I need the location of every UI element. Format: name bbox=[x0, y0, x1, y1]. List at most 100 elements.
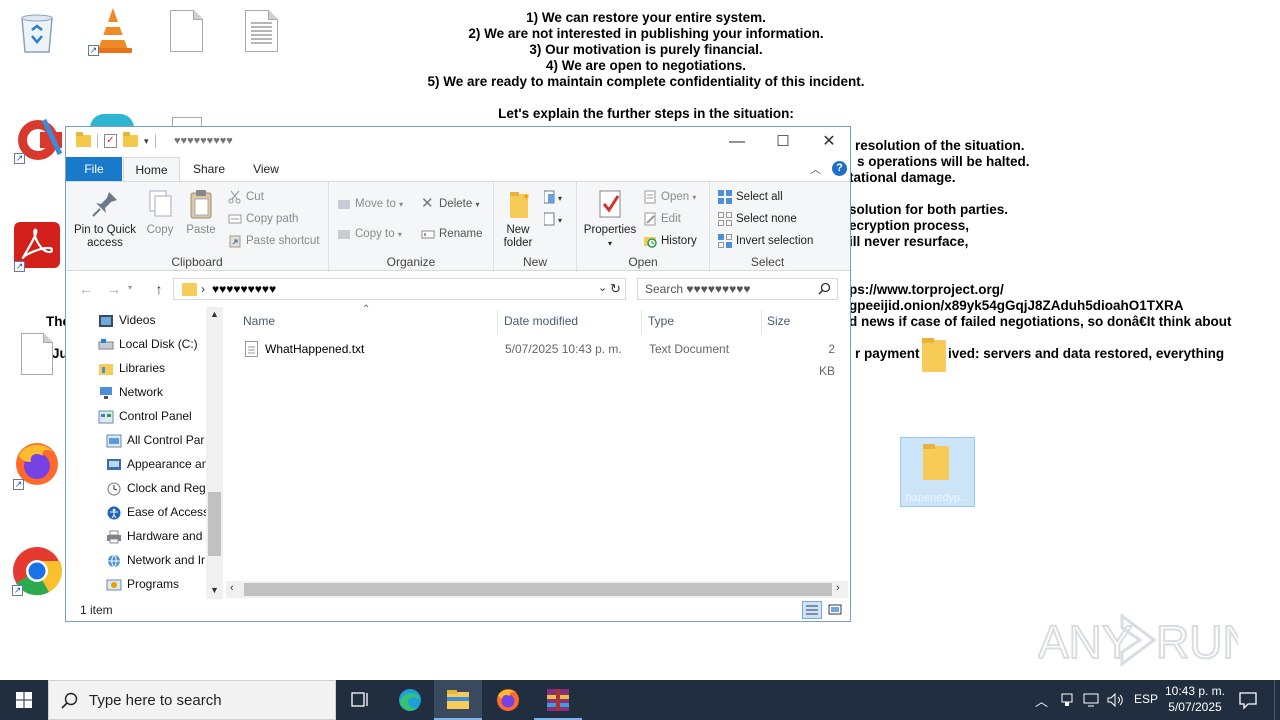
edit-button[interactable]: Edit bbox=[643, 210, 681, 228]
properties-button[interactable]: Properties ▾ bbox=[581, 188, 639, 250]
show-desktop-button[interactable] bbox=[1274, 680, 1280, 720]
nav-item-local-disk[interactable]: Local Disk (C:) bbox=[98, 333, 198, 355]
firefox-taskbar-icon[interactable] bbox=[484, 680, 532, 720]
folder-drag-icon[interactable] bbox=[920, 336, 948, 372]
minimize-button[interactable]: — bbox=[714, 127, 760, 157]
search-input[interactable]: Search ♥♥♥♥♥♥♥♥♥ bbox=[637, 278, 838, 300]
close-button[interactable]: ✕ bbox=[806, 127, 852, 157]
nav-item-clock-region[interactable]: Clock and Regi bbox=[106, 477, 208, 499]
file-explorer-taskbar-icon[interactable] bbox=[434, 680, 482, 720]
open-button[interactable]: Open ▾ bbox=[643, 188, 696, 206]
language-indicator[interactable]: ESP bbox=[1134, 692, 1158, 720]
tab-home[interactable]: Home bbox=[123, 157, 180, 182]
cut-button[interactable]: Cut bbox=[228, 188, 264, 206]
vlc-icon[interactable]: ↗ bbox=[88, 6, 138, 56]
maximize-button[interactable]: ☐ bbox=[760, 127, 806, 157]
firefox-icon[interactable]: ↗ bbox=[13, 440, 63, 490]
nav-item-network-internet[interactable]: Network and Ir bbox=[106, 549, 205, 571]
note-line: ecryption process, bbox=[849, 218, 970, 233]
nav-item-hardware[interactable]: Hardware and bbox=[106, 525, 202, 547]
horizontal-scrollbar[interactable]: ‹ › bbox=[226, 581, 848, 598]
copy-button[interactable]: Copy bbox=[142, 188, 178, 237]
start-button[interactable] bbox=[0, 680, 48, 720]
title-bar[interactable]: ✓ ▾ ♥♥♥♥♥♥♥♥♥ — ☐ ✕ bbox=[66, 127, 850, 157]
nav-item-all-control-panel[interactable]: All Control Par bbox=[106, 429, 204, 451]
monitor-network-icon[interactable] bbox=[1083, 692, 1099, 720]
chrome-icon[interactable]: ↗ bbox=[12, 546, 63, 596]
network-status-icon[interactable] bbox=[1060, 692, 1074, 720]
column-name[interactable]: Name bbox=[243, 307, 275, 335]
scroll-thumb[interactable] bbox=[244, 583, 832, 596]
large-icons-view-button[interactable] bbox=[826, 601, 844, 619]
delete-button[interactable]: ✕ Delete ▾ bbox=[421, 195, 479, 213]
nav-item-control-panel[interactable]: Control Panel bbox=[98, 405, 192, 427]
nav-item-appearance[interactable]: Appearance an bbox=[106, 453, 208, 475]
up-button[interactable]: ↑ bbox=[150, 280, 168, 298]
chevron-down-icon[interactable]: ▾ bbox=[144, 136, 149, 147]
desktop-folder-selected[interactable]: hapenedyp... bbox=[900, 437, 975, 507]
chevron-down-icon[interactable]: ⌄ bbox=[598, 281, 607, 294]
taskbar-search-box[interactable]: Type here to search bbox=[48, 680, 336, 720]
select-all-button[interactable]: Select all bbox=[718, 188, 783, 206]
back-button[interactable]: ← bbox=[77, 280, 95, 298]
forward-button[interactable]: → bbox=[105, 280, 123, 298]
copy-path-button[interactable]: Copy path bbox=[228, 210, 298, 228]
paste-button[interactable]: Paste bbox=[182, 188, 220, 237]
properties-icon[interactable]: ✓ bbox=[104, 134, 117, 148]
nav-item-libraries[interactable]: Libraries bbox=[98, 357, 165, 379]
nav-item-videos[interactable]: Videos bbox=[98, 309, 155, 331]
acrobat-icon[interactable]: ↗ bbox=[14, 222, 64, 272]
scroll-up-arrow[interactable]: ▲ bbox=[210, 309, 219, 319]
nav-item-network[interactable]: Network bbox=[98, 381, 163, 403]
scroll-left-arrow[interactable]: ‹ bbox=[230, 582, 234, 594]
tab-share[interactable]: Share bbox=[184, 157, 234, 181]
notification-center-icon[interactable] bbox=[1238, 690, 1258, 713]
copy-to-button[interactable]: Copy to ▾ bbox=[337, 225, 402, 243]
new-folder-icon[interactable] bbox=[123, 132, 138, 147]
easy-access-icon[interactable]: ▾ bbox=[543, 212, 568, 228]
chevron-up-icon[interactable]: ︿ bbox=[1035, 691, 1048, 720]
tab-view[interactable]: View bbox=[242, 157, 290, 181]
move-to-button[interactable]: Move to ▾ bbox=[337, 195, 403, 213]
rename-button[interactable]: Rename bbox=[421, 225, 482, 243]
column-type[interactable]: Type bbox=[648, 307, 674, 335]
clock[interactable]: 10:43 p. m. 5/07/2025 bbox=[1160, 683, 1230, 715]
paste-shortcut-button[interactable]: Paste shortcut bbox=[228, 232, 320, 250]
file-explorer-window[interactable]: ✓ ▾ ♥♥♥♥♥♥♥♥♥ — ☐ ✕ File Home Share View… bbox=[65, 126, 851, 622]
tab-file[interactable]: File bbox=[66, 157, 122, 181]
chevron-down-icon[interactable]: ▾ bbox=[128, 283, 132, 292]
ccleaner-icon[interactable]: ↗ bbox=[14, 114, 64, 164]
chevron-up-icon[interactable]: ︿ bbox=[810, 161, 821, 177]
quick-access-toolbar: ✓ ▾ bbox=[76, 132, 156, 148]
scroll-down-arrow[interactable]: ▼ bbox=[210, 585, 219, 595]
invert-selection-button[interactable]: Invert selection bbox=[718, 232, 813, 250]
nav-scrollbar[interactable]: ▲ ▼ bbox=[206, 307, 223, 599]
task-view-button[interactable] bbox=[336, 680, 384, 720]
blank-document-icon[interactable] bbox=[170, 10, 203, 52]
scroll-right-arrow[interactable]: › bbox=[836, 582, 840, 594]
details-view-button[interactable] bbox=[802, 601, 822, 619]
nav-item-label: Ease of Access bbox=[127, 505, 210, 519]
text-document-icon[interactable] bbox=[245, 10, 278, 52]
nav-item-label: Network bbox=[119, 385, 164, 399]
new-item-icon[interactable]: ▾ bbox=[543, 190, 568, 206]
file-row[interactable]: WhatHappened.txt 5/07/2025 10:43 p. m. T… bbox=[242, 338, 842, 378]
column-size[interactable]: Size bbox=[767, 307, 790, 335]
new-folder-button[interactable]: ✶ New folder bbox=[498, 188, 538, 250]
select-none-button[interactable]: Select none bbox=[718, 210, 797, 228]
recycle-bin-icon[interactable] bbox=[14, 6, 64, 56]
pin-quick-access-button[interactable]: Pin to Quick access bbox=[70, 188, 140, 250]
document-icon[interactable] bbox=[21, 333, 53, 375]
nav-item-programs[interactable]: Programs bbox=[106, 573, 179, 595]
nav-item-ease-of-access[interactable]: Ease of Access bbox=[106, 501, 209, 523]
winrar-taskbar-icon[interactable] bbox=[534, 680, 582, 720]
help-icon[interactable]: ? bbox=[832, 161, 847, 176]
select-group-label: Select bbox=[750, 255, 785, 269]
history-button[interactable]: History bbox=[643, 232, 697, 250]
scroll-thumb[interactable] bbox=[208, 492, 221, 556]
edge-taskbar-icon[interactable] bbox=[386, 680, 434, 720]
volume-icon[interactable] bbox=[1106, 692, 1124, 720]
address-input[interactable]: › ♥♥♥♥♥♥♥♥♥ ⌄ bbox=[173, 278, 626, 300]
refresh-button[interactable]: ↻ bbox=[610, 281, 621, 297]
column-date-modified[interactable]: Date modified bbox=[504, 307, 578, 335]
